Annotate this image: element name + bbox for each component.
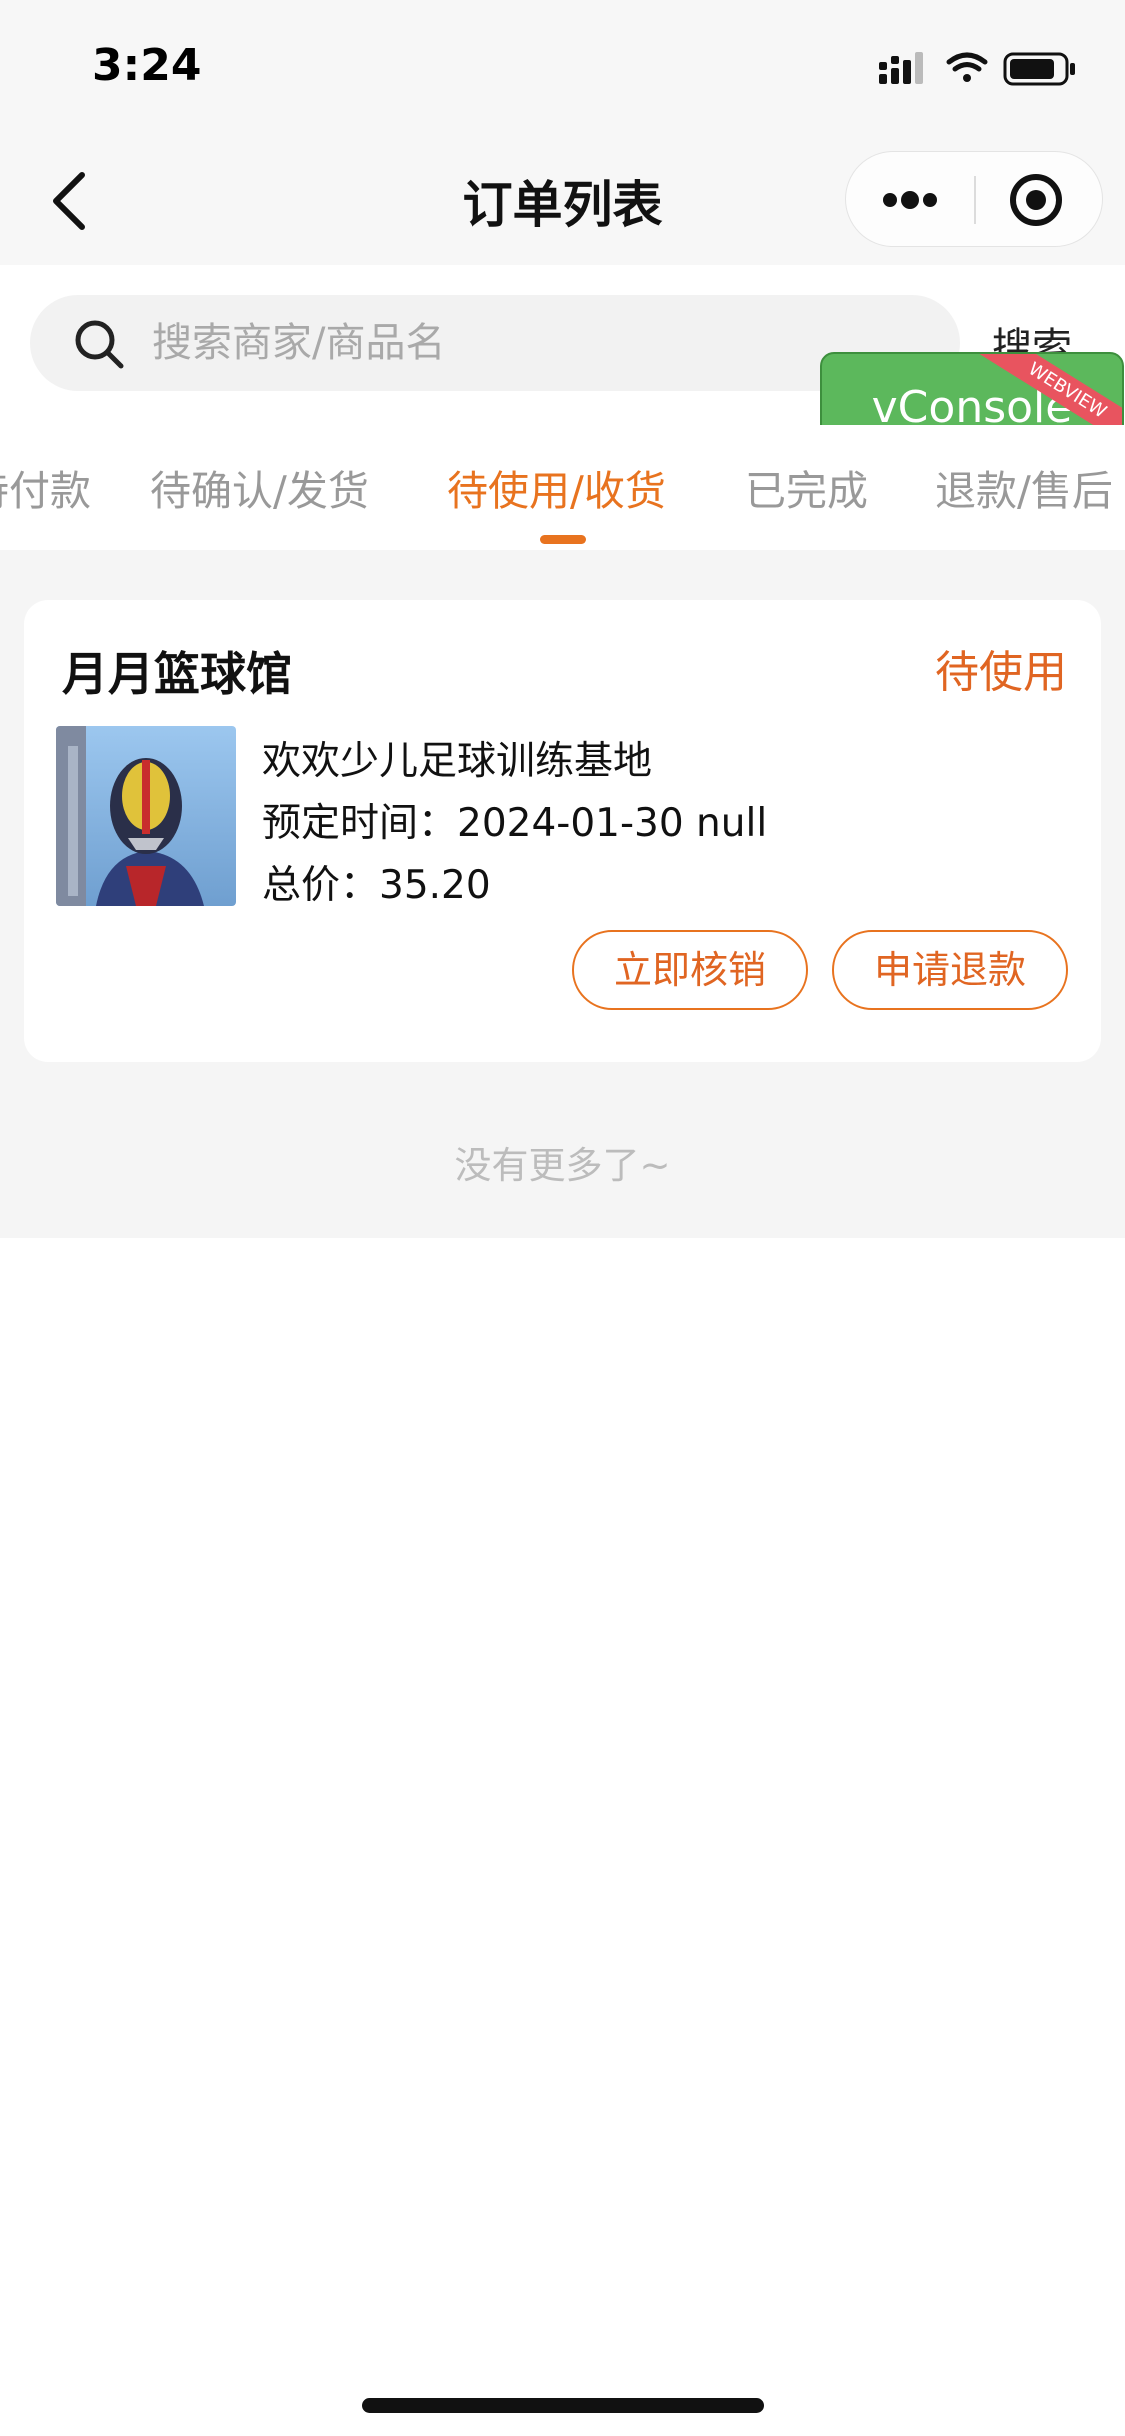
item-name: 欢欢少儿足球训练基地: [262, 739, 653, 784]
tab-refund[interactable]: 退款/售后: [935, 457, 1113, 517]
search-icon: [72, 317, 126, 371]
search-input[interactable]: [152, 295, 932, 391]
active-tab-indicator: [540, 535, 586, 544]
request-refund-button[interactable]: 申请退款: [832, 930, 1068, 1010]
close-mini-program-button[interactable]: [1008, 172, 1064, 228]
more-button[interactable]: [880, 182, 940, 218]
tab-completed[interactable]: 已完成: [745, 457, 868, 517]
wifi-icon: [946, 52, 988, 82]
status-bar: 3:24: [0, 0, 1125, 135]
shop-name: 月月篮球馆: [62, 647, 292, 701]
order-card[interactable]: 月月篮球馆 待使用 欢欢少儿足球训练基地 预定时间：2024-01-30 nul…: [24, 600, 1101, 1062]
reserve-time: 预定时间：2024-01-30 null: [262, 801, 768, 846]
status-time: 3:24: [92, 40, 202, 91]
total-price: 总价：35.20: [262, 863, 491, 908]
home-indicator: [362, 2398, 764, 2413]
product-thumbnail: [56, 726, 236, 906]
status-icons: [879, 48, 1079, 88]
target-circle-icon: [1010, 174, 1062, 226]
order-list: 月月篮球馆 待使用 欢欢少儿足球训练基地 预定时间：2024-01-30 nul…: [0, 550, 1125, 1238]
order-tabs: 待付款 待确认/发货 待使用/收货 已完成 退款/售后: [0, 425, 1125, 550]
tab-pending-confirm[interactable]: 待确认/发货: [150, 457, 369, 517]
signal-icon: [879, 52, 923, 84]
tab-pending-payment[interactable]: 待付款: [0, 457, 91, 517]
mini-program-capsule: [845, 151, 1103, 247]
verify-now-button[interactable]: 立即核销: [572, 930, 808, 1010]
nav-bar: 订单列表: [0, 135, 1125, 265]
battery-icon: [1003, 52, 1075, 86]
more-dots-icon: [883, 191, 937, 209]
capsule-divider: [974, 176, 976, 224]
list-end-text: 没有更多了~: [454, 1144, 671, 1187]
order-status: 待使用: [935, 647, 1067, 698]
tab-pending-use[interactable]: 待使用/收货: [447, 457, 666, 517]
